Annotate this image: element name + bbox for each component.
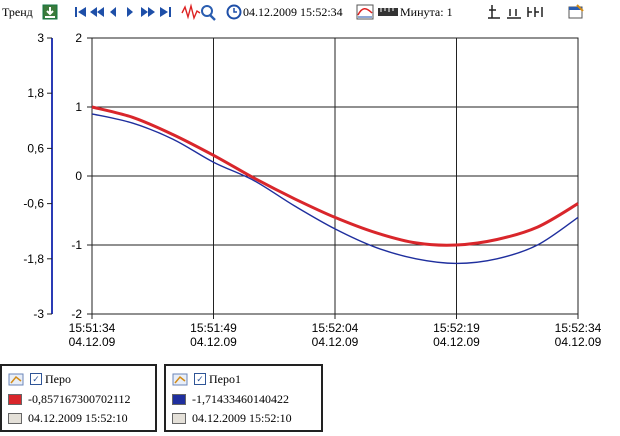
- x-tick-label-time: 15:51:49: [190, 321, 237, 335]
- series-color-swatch[interactable]: [172, 393, 186, 405]
- x-tick-label-time: 15:52:04: [312, 321, 359, 335]
- x-tick-label-time: 15:52:19: [433, 321, 480, 335]
- time-swatch: [8, 412, 22, 424]
- series-name: Перо1: [209, 371, 241, 386]
- y-tick-label-left-axis: 1,8: [27, 86, 44, 100]
- series-value: -1,71433460140422: [192, 391, 289, 406]
- y-tick-label-right-axis: 2: [75, 31, 82, 45]
- y-tick-label-right-axis: 0: [75, 169, 82, 183]
- x-tick-label-time: 15:51:34: [69, 321, 116, 335]
- y-tick-label-left-axis: -3: [33, 307, 44, 321]
- y-tick-label-left-axis: 3: [37, 31, 44, 45]
- legend-time-row: 04.12.2009 15:52:10: [8, 410, 128, 426]
- legend-box-pero: ✓ Перо -0,857167300702112 04.12.2009 15:…: [0, 364, 157, 432]
- legend-header[interactable]: ✓ Перо1: [172, 371, 241, 387]
- y-tick-label-right-axis: -1: [71, 238, 82, 252]
- x-tick-label-date: 04.12.09: [69, 335, 116, 349]
- chart-grid: [91, 37, 579, 315]
- pen-settings-icon[interactable]: [172, 372, 188, 386]
- legend-value-row: -0,857167300702112: [8, 391, 131, 407]
- x-tick-label-date: 04.12.09: [312, 335, 359, 349]
- pen-settings-icon[interactable]: [8, 372, 24, 386]
- trend-chart: 15:51:3404.12.0915:51:4904.12.0915:52:04…: [23, 31, 602, 349]
- series-time: 04.12.2009 15:52:10: [28, 410, 128, 425]
- y-tick-label-left-axis: -1,8: [23, 252, 44, 266]
- legend-header[interactable]: ✓ Перо: [8, 371, 71, 387]
- legend-box-pero1: ✓ Перо1 -1,71433460140422 04.12.2009 15:…: [164, 364, 323, 432]
- y-tick-label-left-axis: 0,6: [27, 141, 44, 155]
- y-tick-label-left-axis: -0,6: [23, 197, 44, 211]
- legend-time-row: 04.12.2009 15:52:10: [172, 410, 292, 426]
- series-time: 04.12.2009 15:52:10: [192, 410, 292, 425]
- x-tick-label-date: 04.12.09: [190, 335, 237, 349]
- x-tick-label-date: 04.12.09: [555, 335, 602, 349]
- visibility-checkbox[interactable]: ✓: [30, 373, 42, 385]
- time-swatch: [172, 412, 186, 424]
- x-tick-label-date: 04.12.09: [433, 335, 480, 349]
- series-name: Перо: [45, 371, 71, 386]
- legend-value-row: -1,71433460140422: [172, 391, 289, 407]
- x-tick-label-time: 15:52:34: [555, 321, 602, 335]
- visibility-checkbox[interactable]: ✓: [194, 373, 206, 385]
- y-tick-label-right-axis: 1: [75, 100, 82, 114]
- series-color-swatch[interactable]: [8, 393, 22, 405]
- y-tick-label-right-axis: -2: [71, 307, 82, 321]
- series-value: -0,857167300702112: [28, 391, 131, 406]
